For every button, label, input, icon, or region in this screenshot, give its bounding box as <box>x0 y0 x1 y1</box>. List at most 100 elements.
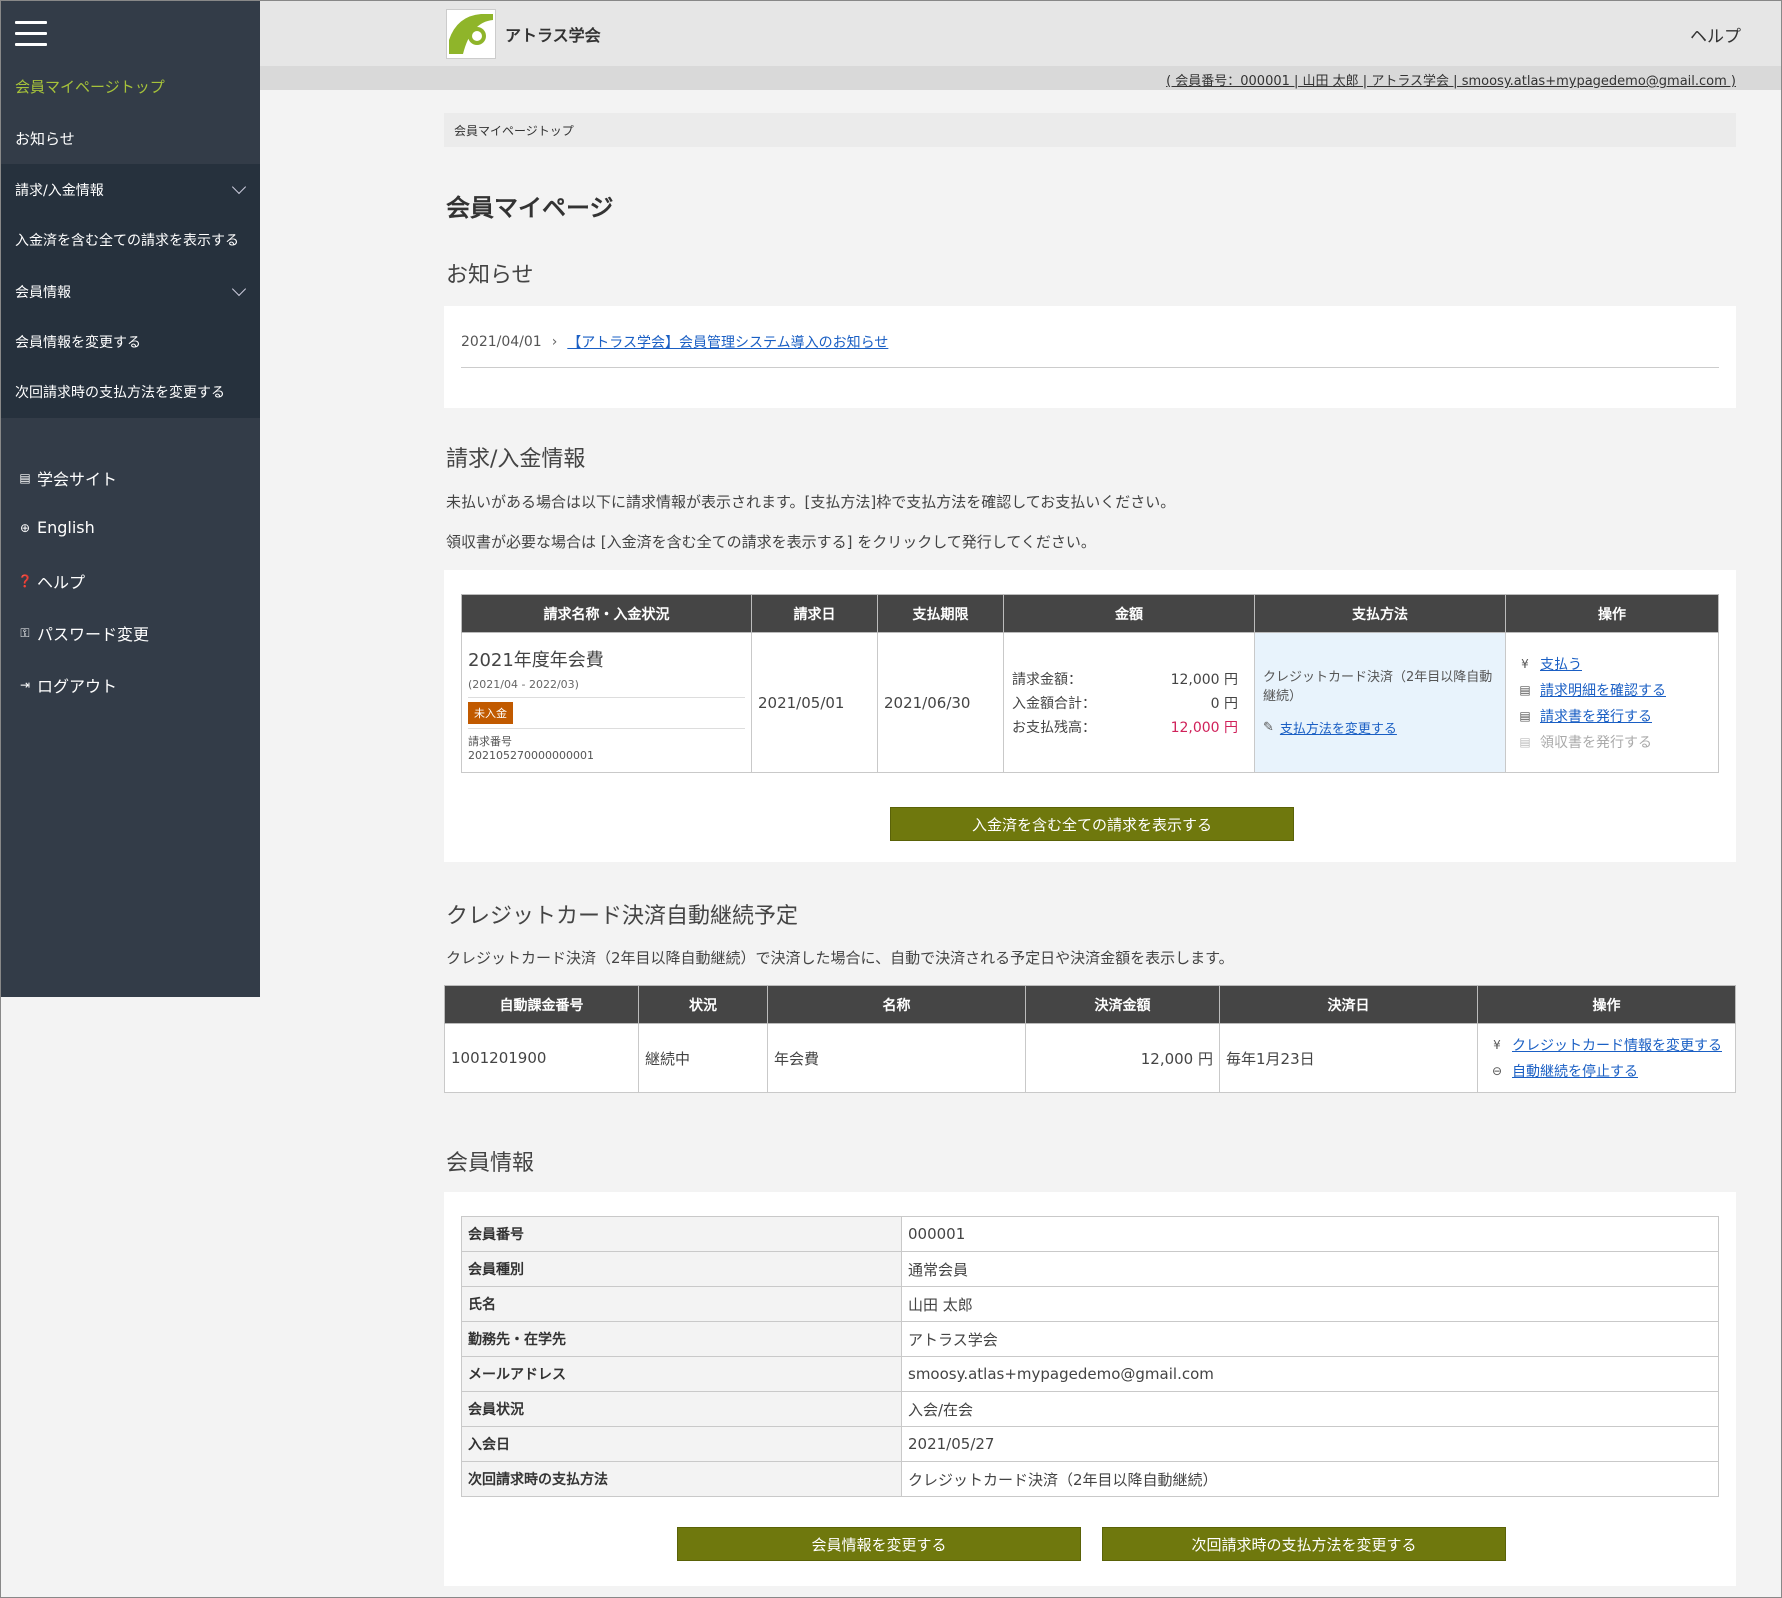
field-label: 会員種別 <box>461 1251 902 1287</box>
field-label: 会員状況 <box>461 1391 902 1427</box>
sidebar-link-label: English <box>37 518 95 537</box>
change-next-payment-button[interactable]: 次回請求時の支払方法を変更する <box>1102 1527 1506 1561</box>
sidebar-link-logout[interactable]: ⇥ ログアウト <box>18 673 117 697</box>
amount-label: 請求金額： <box>1012 671 1082 688</box>
top-header: アトラス学会 ヘルプ <box>260 1 1781 66</box>
payment-method: クレジットカード決済（2年目以降自動継続） <box>1263 670 1493 704</box>
notice-item: 2021/04/01 › 【アトラス学会】会員管理システム導入のお知らせ <box>461 332 888 352</box>
sidebar-item-change-payment[interactable]: 次回請求時の支払方法を変更する <box>1 366 260 418</box>
col-header: 決済金額 <box>1025 985 1220 1024</box>
divider <box>461 367 1719 368</box>
edit-member-info-button[interactable]: 会員情報を変更する <box>677 1527 1081 1561</box>
table-row: 次回請求時の支払方法 クレジットカード決済（2年目以降自動継続） <box>461 1461 1719 1497</box>
logo[interactable] <box>446 9 496 59</box>
field-value: 2021/05/27 <box>901 1426 1719 1462</box>
sidebar-link-label: ヘルプ <box>37 573 86 592</box>
table-row: 会員状況 入会/在会 <box>461 1391 1719 1427</box>
amount-cell: 請求金額： 12,000 円 入金額合計： 0 円 お支払残高： 12,000 円 <box>1003 632 1255 773</box>
globe-icon: ⊕ <box>19 520 31 535</box>
user-info-link[interactable]: ( 会員番号：000001 | 山田 太郎 | アトラス学会 | smoosy.… <box>1166 70 1736 89</box>
table-header-row: 請求名称・入金状況 請求日 支払期限 金額 支払方法 操作 <box>461 594 1719 633</box>
sidebar-item-member-info[interactable]: 会員情報 <box>1 266 260 318</box>
auto-charge-name: 年会費 <box>767 1023 1026 1093</box>
field-value: 山田 太郎 <box>901 1286 1719 1322</box>
balance-value: 12,000 円 <box>1170 719 1238 736</box>
table-row: 氏名 山田 太郎 <box>461 1286 1719 1322</box>
member-info-heading: 会員情報 <box>446 1151 535 1176</box>
sidebar-link-help[interactable]: ❓ ヘルプ <box>18 569 85 593</box>
member-info-table: 会員番号 000001 会員種別 通常会員 氏名 山田 太郎 勤務先・在学先 アトラス学… <box>461 1216 1719 1497</box>
sidebar-link-english[interactable]: ⊕ English <box>18 518 95 537</box>
operations-cell: ¥ 支払う ▤ 請求明細を確認する ▤ 請求書を発行する ▤ 領収書を発行する <box>1505 632 1719 773</box>
chevron-right-icon: › <box>551 334 558 350</box>
table-row: 会員番号 000001 <box>461 1216 1719 1252</box>
notice-link[interactable]: 【アトラス学会】会員管理システム導入のお知らせ <box>567 332 888 352</box>
table-row: 会員種別 通常会員 <box>461 1251 1719 1287</box>
bill-date: 2021/05/01 <box>751 632 878 773</box>
col-header: 決済日 <box>1219 985 1478 1024</box>
invoice-number: 202105270000000001 <box>468 749 594 762</box>
hamburger-menu-icon[interactable] <box>15 21 47 47</box>
document-icon: ▤ <box>1519 682 1531 697</box>
sidebar-item-label: 会員情報を変更する <box>15 335 141 351</box>
table-row: 入会日 2021/05/27 <box>461 1426 1719 1462</box>
breadcrumb-item[interactable]: 会員マイページトップ <box>454 124 574 138</box>
table-row: メールアドレス smoosy.atlas+mypagedemo@gmail.com <box>461 1356 1719 1392</box>
invoice-label: 請求番号 <box>468 735 512 748</box>
show-all-bills-button[interactable]: 入金済を含む全ての請求を表示する <box>890 807 1294 841</box>
operations-cell: ¥ クレジットカード情報を変更する ⊖ 自動継続を停止する <box>1477 1023 1736 1093</box>
table-header-row: 自動課金番号 状況 名称 決済金額 決済日 操作 <box>444 985 1736 1024</box>
field-value: 通常会員 <box>901 1251 1719 1287</box>
col-header: 請求日 <box>751 594 878 633</box>
sidebar-item-billing[interactable]: 請求/入金情報 <box>1 164 260 216</box>
table-row: 1001201900 継続中 年会費 12,000 円 毎年1月23日 ¥ クレジ… <box>444 1023 1736 1093</box>
col-header: 金額 <box>1003 594 1255 633</box>
field-value: アトラス学会 <box>901 1321 1719 1357</box>
stop-auto-renew-link[interactable]: 自動継続を停止する <box>1512 1061 1638 1081</box>
sidebar-link-society-site[interactable]: ▤ 学会サイト <box>18 466 117 490</box>
sidebar-item-edit-member[interactable]: 会員情報を変更する <box>1 316 260 368</box>
issue-invoice-link[interactable]: 請求書を発行する <box>1540 706 1652 726</box>
question-icon: ❓ <box>17 574 33 588</box>
breadcrumb: 会員マイページトップ <box>444 113 1736 147</box>
field-label: 会員番号 <box>461 1216 902 1252</box>
field-label: 次回請求時の支払方法 <box>461 1461 902 1497</box>
calendar-icon: ▤ <box>19 471 31 485</box>
member-info-panel: 会員番号 000001 会員種別 通常会員 氏名 山田 太郎 勤務先・在学先 アトラス学… <box>444 1192 1736 1586</box>
notices-panel: 2021/04/01 › 【アトラス学会】会員管理システム導入のお知らせ <box>444 306 1736 408</box>
sidebar-item-mypage-top[interactable]: 会員マイページトップ <box>1 60 260 112</box>
header-help-link[interactable]: ヘルプ <box>1690 22 1741 47</box>
auto-charge-status: 継続中 <box>638 1023 768 1093</box>
view-details-link[interactable]: 請求明細を確認する <box>1540 680 1666 700</box>
issue-receipt-disabled: 領収書を発行する <box>1540 734 1652 751</box>
sidebar-item-label: 会員マイページトップ <box>15 77 165 96</box>
notices-heading: お知らせ <box>446 263 534 288</box>
paid-value: 0 円 <box>1210 695 1238 712</box>
paid-label: 入金額合計： <box>1012 695 1096 712</box>
amount-value: 12,000 円 <box>1170 671 1238 688</box>
document-icon: ▤ <box>1519 734 1531 749</box>
pay-link[interactable]: 支払う <box>1540 654 1582 674</box>
billing-heading: 請求/入金情報 <box>446 447 586 472</box>
field-value: 入会/在会 <box>901 1391 1719 1427</box>
chevron-down-icon <box>231 179 247 195</box>
change-card-link[interactable]: クレジットカード情報を変更する <box>1512 1035 1722 1055</box>
col-header: 状況 <box>638 985 768 1024</box>
auto-charge-amount: 12,000 円 <box>1025 1023 1220 1093</box>
field-label: メールアドレス <box>461 1356 902 1392</box>
payment-method-cell: クレジットカード決済（2年目以降自動継続） ✎ 支払方法を変更する <box>1254 632 1506 773</box>
sidebar-item-notices[interactable]: お知らせ <box>1 112 260 164</box>
col-header: 操作 <box>1505 594 1719 633</box>
yen-icon: ¥ <box>1521 656 1529 671</box>
table-row: 勤務先・在学先 アトラス学会 <box>461 1321 1719 1357</box>
sidebar-link-password[interactable]: ⚿ パスワード変更 <box>18 621 149 645</box>
sidebar-item-label: 請求/入金情報 <box>15 183 104 199</box>
change-payment-method-link[interactable]: 支払方法を変更する <box>1280 718 1397 737</box>
field-value: 000001 <box>901 1216 1719 1252</box>
auto-renew-desc: クレジットカード決済（2年目以降自動継続）で決済した場合に、自動で決済される予定… <box>446 949 1234 967</box>
field-label: 勤務先・在学先 <box>461 1321 902 1357</box>
sidebar-item-show-all-bills[interactable]: 入金済を含む全ての請求を表示する <box>1 214 260 266</box>
col-header: 名称 <box>767 985 1026 1024</box>
billing-table: 請求名称・入金状況 請求日 支払期限 金額 支払方法 操作 2021年度年会費 … <box>461 594 1719 773</box>
field-label: 氏名 <box>461 1286 902 1322</box>
